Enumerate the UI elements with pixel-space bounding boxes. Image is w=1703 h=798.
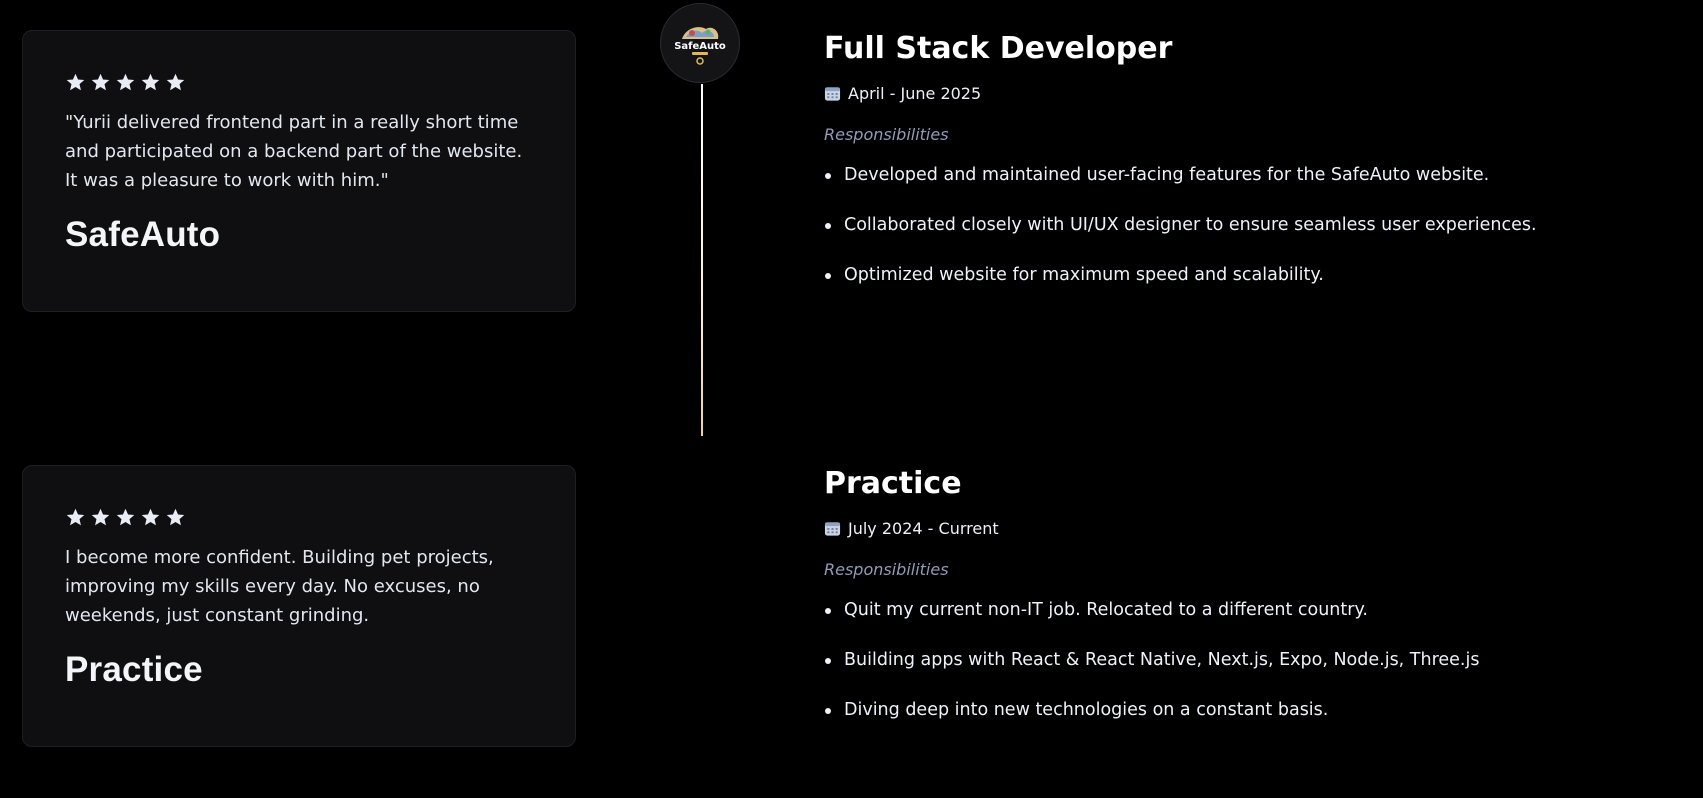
job-date: April - June 2025 — [824, 81, 1684, 105]
star-icon — [65, 72, 86, 93]
responsibilities-list: Developed and maintained user-facing fea… — [824, 163, 1684, 287]
testimonial-quote: I become more confident. Building pet pr… — [65, 547, 494, 626]
responsibility-item: Diving deep into new technologies on a c… — [824, 698, 1684, 722]
timeline-line — [701, 84, 703, 436]
job-date-text: April - June 2025 — [848, 83, 982, 103]
testimonial-card: "Yurii delivered frontend part in a real… — [22, 30, 576, 312]
star-rating — [65, 506, 533, 528]
calendar-icon — [824, 85, 841, 102]
job-date: July 2024 - Current — [824, 516, 1684, 540]
star-icon — [65, 507, 86, 528]
job-date-text: July 2024 - Current — [848, 518, 999, 538]
responsibility-item: Collaborated closely with UI/UX designer… — [824, 213, 1684, 237]
testimonial-card: I become more confident. Building pet pr… — [22, 465, 576, 747]
job-title: Full Stack Developer — [824, 31, 1173, 66]
job-title: Practice — [824, 466, 962, 501]
star-rating — [65, 71, 533, 93]
responsibility-item: Building apps with React & React Native,… — [824, 648, 1684, 672]
star-icon — [165, 72, 186, 93]
star-icon — [90, 507, 111, 528]
testimonial-author: Practice — [65, 650, 203, 689]
responsibility-item: Quit my current non-IT job. Relocated to… — [824, 598, 1684, 622]
star-icon — [115, 507, 136, 528]
experience-entry: Practice July 2024 - Current Responsibil… — [824, 464, 1684, 748]
responsibility-item: Optimized website for maximum speed and … — [824, 263, 1684, 287]
experience-section: "Yurii delivered frontend part in a real… — [0, 0, 1703, 798]
star-icon — [90, 72, 111, 93]
star-icon — [165, 507, 186, 528]
responsibilities-list: Quit my current non-IT job. Relocated to… — [824, 598, 1684, 722]
calendar-icon — [824, 520, 841, 537]
safeauto-logo-icon: SafeAuto — [660, 3, 740, 83]
testimonial-author: SafeAuto — [65, 215, 221, 254]
logo-text: SafeAuto — [674, 41, 726, 52]
star-icon — [140, 72, 161, 93]
responsibility-item: Developed and maintained user-facing fea… — [824, 163, 1684, 187]
star-icon — [115, 72, 136, 93]
responsibilities-label: Responsibilities — [824, 560, 949, 579]
star-icon — [140, 507, 161, 528]
safeauto-logo-icon-graphic: SafeAuto — [674, 27, 726, 65]
testimonial-quote: "Yurii delivered frontend part in a real… — [65, 112, 523, 191]
responsibilities-label: Responsibilities — [824, 125, 949, 144]
experience-entry: Full Stack Developer April - June 2025 R… — [824, 29, 1684, 313]
